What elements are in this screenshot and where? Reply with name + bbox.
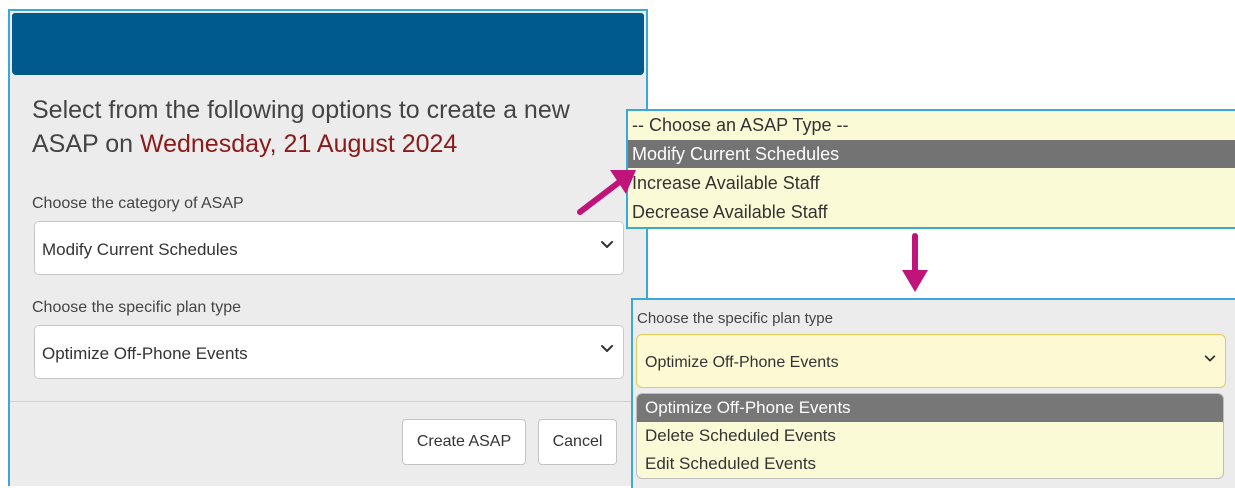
create-asap-button[interactable]: Create ASAP	[402, 419, 526, 465]
plan-type-option[interactable]: Edit Scheduled Events	[637, 450, 1223, 478]
plan-type-select-value: Optimize Off-Phone Events	[42, 344, 248, 363]
modal-title: Select from the following options to cre…	[32, 93, 632, 161]
plan-type-select[interactable]: Optimize Off-Phone Events	[34, 325, 624, 379]
plan-type-label: Choose the specific plan type	[637, 310, 833, 327]
down-arrow-icon	[902, 233, 928, 292]
asap-type-option[interactable]: Decrease Available Staff	[628, 198, 1235, 226]
plan-type-option-selected[interactable]: Optimize Off-Phone Events	[637, 394, 1223, 422]
asap-type-option[interactable]: Increase Available Staff	[628, 169, 1235, 197]
cancel-button[interactable]: Cancel	[538, 419, 617, 465]
category-select-value: Modify Current Schedules	[42, 240, 238, 259]
category-label: Choose the category of ASAP	[32, 195, 244, 212]
asap-type-option-selected[interactable]: Modify Current Schedules	[628, 140, 1235, 168]
chevron-down-icon	[1204, 355, 1216, 362]
title-date: Wednesday, 21 August 2024	[139, 130, 458, 158]
plan-type-label: Choose the specific plan type	[32, 299, 242, 316]
plan-type-dropdown-list: Optimize Off-Phone Events Delete Schedul…	[636, 393, 1224, 479]
create-asap-modal: Select from the following options to cre…	[8, 9, 648, 486]
chevron-down-icon	[601, 241, 613, 248]
plan-type-zoom-panel: Choose the specific plan type Optimize O…	[631, 298, 1235, 488]
footer-divider	[10, 401, 646, 402]
plan-type-option[interactable]: Delete Scheduled Events	[637, 422, 1223, 450]
plan-type-select-focused[interactable]: Optimize Off-Phone Events	[636, 334, 1226, 388]
modal-header	[12, 13, 644, 75]
asap-type-option[interactable]: -- Choose an ASAP Type --	[628, 111, 1235, 139]
plan-type-select-value: Optimize Off-Phone Events	[645, 354, 839, 371]
pointer-arrow-icon	[577, 170, 636, 215]
asap-type-dropdown-list: -- Choose an ASAP Type -- Modify Current…	[626, 109, 1235, 229]
category-select[interactable]: Modify Current Schedules	[34, 221, 624, 275]
chevron-down-icon	[601, 345, 613, 352]
